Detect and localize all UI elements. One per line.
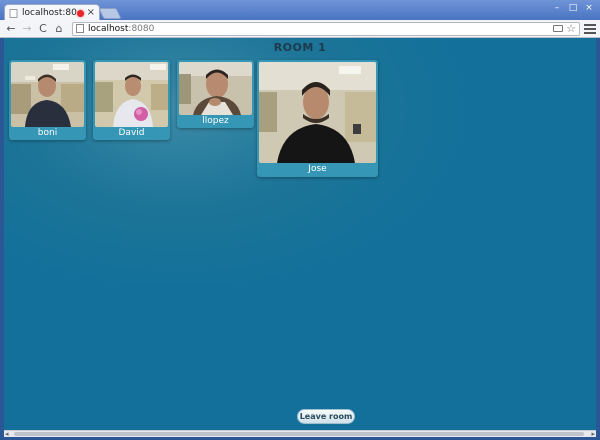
participant-tile[interactable]: David <box>93 60 170 140</box>
home-button[interactable]: ⌂ <box>52 22 66 36</box>
forward-button[interactable]: → <box>20 22 34 36</box>
address-bar-actions: ☆ <box>553 23 576 34</box>
participant-tile[interactable]: llopez <box>177 60 254 128</box>
participant-tile[interactable]: Jose <box>257 60 378 177</box>
cast-icon[interactable] <box>553 25 564 32</box>
browser-toolbar: ← → C ⌂ localhost:8080 ☆ <box>0 20 600 38</box>
window-controls: – □ × <box>550 2 596 14</box>
bookmark-star-icon[interactable]: ☆ <box>566 23 576 34</box>
new-tab-button[interactable] <box>98 8 122 19</box>
address-bar[interactable]: localhost:8080 ☆ <box>72 21 580 36</box>
participant-name: David <box>118 128 145 138</box>
scroll-right-icon[interactable]: ▸ <box>591 430 595 438</box>
participant-video <box>179 62 252 115</box>
tab-close-button[interactable]: × <box>87 8 95 18</box>
recording-indicator-icon <box>76 9 84 17</box>
browser-tab[interactable]: localhost:8080 × <box>4 4 100 21</box>
horizontal-scrollbar[interactable]: ◂ ▸ <box>4 430 596 438</box>
url-text[interactable]: localhost:8080 <box>88 24 553 34</box>
tab-title: localhost:8080 <box>22 8 77 18</box>
participant-name: boni <box>37 128 58 138</box>
minimize-button[interactable]: – <box>550 2 564 14</box>
participant-video <box>95 62 168 127</box>
scrollbar-thumb[interactable] <box>14 432 584 436</box>
window-titlebar: localhost:8080 × – □ × <box>0 0 600 21</box>
participant-name: llopez <box>202 116 229 126</box>
participant-video <box>11 62 84 127</box>
browser-menu-icon[interactable] <box>584 23 596 34</box>
leave-room-button[interactable]: Leave room <box>297 409 355 424</box>
page-icon <box>76 24 84 33</box>
close-window-button[interactable]: × <box>582 2 596 14</box>
url-host: localhost <box>88 23 129 34</box>
participant-tile[interactable]: boni <box>9 60 86 140</box>
room-page: ROOM 1 boni David llopez Jose Leave room <box>4 38 596 430</box>
room-title: ROOM 1 <box>273 41 327 54</box>
scroll-left-icon[interactable]: ◂ <box>5 430 9 438</box>
back-button[interactable]: ← <box>4 22 18 36</box>
reload-button[interactable]: C <box>36 22 50 36</box>
url-port: :8080 <box>128 23 155 34</box>
maximize-button[interactable]: □ <box>566 2 580 14</box>
participant-video <box>259 62 376 163</box>
page-favicon-icon <box>9 8 18 18</box>
participant-name: Jose <box>308 164 327 174</box>
